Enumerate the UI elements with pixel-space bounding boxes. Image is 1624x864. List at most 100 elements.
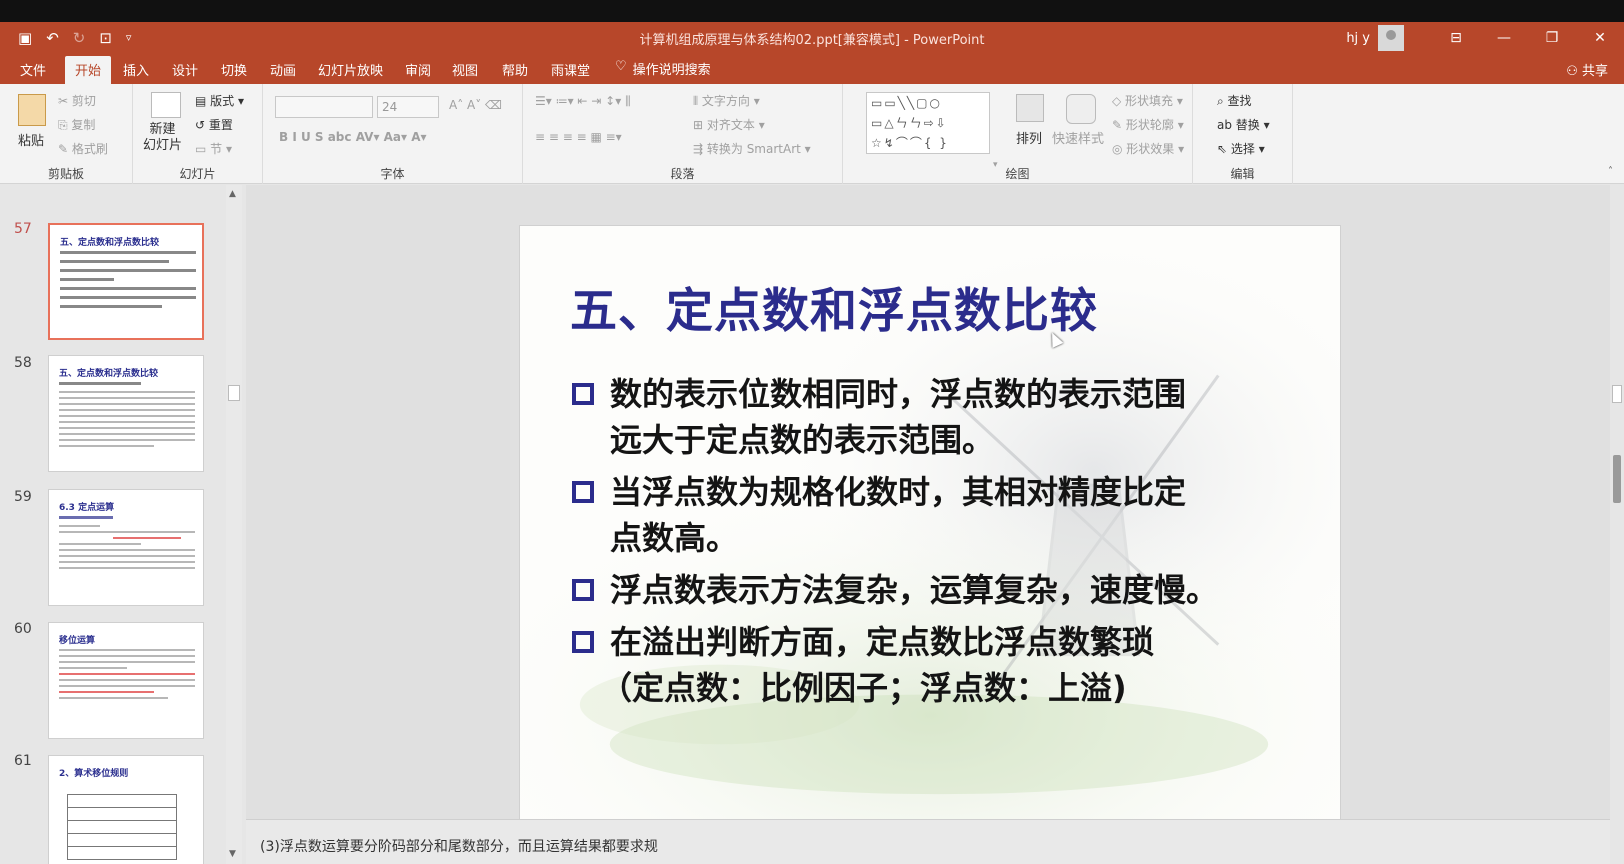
share-button[interactable]: ⚇ 共享 [1566, 60, 1608, 79]
lightbulb-icon: ♡ [615, 59, 627, 74]
tab-file[interactable]: 文件 [20, 60, 46, 79]
arrange-icon[interactable] [1016, 94, 1044, 122]
quick-styles-button[interactable]: 快速样式 [1052, 128, 1104, 147]
ribbon-tabs: 文件 开始 插入 设计 切换 动画 幻灯片放映 审阅 视图 帮助 雨课堂 ♡ 操… [0, 54, 1624, 84]
thumbnails-scrollbar[interactable]: ▲ ▼ [226, 185, 242, 864]
thumb-number: 57 [14, 221, 32, 237]
group-label: 字体 [380, 167, 405, 181]
new-slide-button[interactable]: 新建 幻灯片 [143, 122, 182, 154]
minimize-icon[interactable]: — [1480, 30, 1528, 46]
thumbnail-slide-61[interactable]: 2、算术移位规则 [48, 755, 204, 864]
thumb-number: 61 [14, 753, 32, 769]
notes-text[interactable]: (3)浮点数运算要分阶码部分和尾数部分，而且运算结果都要求规 [260, 836, 658, 856]
thumb-title: 移位运算 [59, 636, 96, 646]
thumbnail-slide-60[interactable]: 移位运算 [48, 622, 204, 739]
slide-title[interactable]: 五、定点数和浮点数比较 [570, 272, 1098, 341]
font-size-dropdown[interactable]: 24 [377, 96, 439, 118]
square-bullet-icon [572, 579, 594, 601]
ribbon-display-options-icon[interactable]: ⊟ [1432, 30, 1480, 46]
tab-slideshow[interactable]: 幻灯片放映 [318, 60, 383, 79]
tab-transitions[interactable]: 切换 [221, 60, 247, 79]
grow-font-icon[interactable]: A˄ A˅ ⌫ [449, 98, 502, 112]
tab-design[interactable]: 设计 [172, 60, 198, 79]
shape-effects-button[interactable]: ◎ 形状效果 ▾ [1112, 140, 1184, 157]
slide-body[interactable]: 数的表示位数相同时，浮点数的表示范围 远大于定点数的表示范围。 当浮点数为规格化… [570, 371, 1330, 717]
font-format-buttons[interactable]: B I U S abc AV▾ Aa▾ A▾ [279, 130, 427, 144]
cut-button[interactable]: ✂ 剪切 [58, 92, 96, 109]
text-direction-button[interactable]: ⫴ 文字方向 ▾ [693, 92, 760, 109]
select-button[interactable]: ⇖ 选择 ▾ [1217, 140, 1265, 157]
thumb-number: 58 [14, 355, 32, 371]
tab-view[interactable]: 视图 [452, 60, 478, 79]
replace-button[interactable]: ab 替换 ▾ [1217, 116, 1270, 133]
slide-thumbnails-pane: 57 五、定点数和浮点数比较 58 五、定点数和浮点数比较 59 6.3 定点运… [0, 185, 246, 864]
screen-top-bar [0, 0, 1624, 22]
align-text-button[interactable]: ⊞ 对齐文本 ▾ [693, 116, 765, 133]
group-label: 剪贴板 [47, 167, 84, 181]
editing-group: ⌕ 查找 ab 替换 ▾ ⇖ 选择 ▾ 编辑 [1193, 84, 1293, 184]
alignment-buttons[interactable]: ≡ ≡ ≡ ≡ ▦ ≡▾ [535, 130, 622, 144]
paste-button[interactable]: 粘贴 [18, 130, 44, 149]
thumb-number: 60 [14, 621, 32, 637]
font-name-dropdown[interactable] [275, 96, 373, 118]
gallery-more-icon[interactable]: ▾ [993, 160, 998, 170]
thumb-number: 59 [14, 489, 32, 505]
clipboard-group: 粘贴 ✂ 剪切 ⎘ 复制 ✎ 格式刷 剪贴板 [0, 84, 133, 184]
convert-smartart-button[interactable]: ⇶ 转换为 SmartArt ▾ [693, 140, 811, 157]
tab-review[interactable]: 审阅 [405, 60, 431, 79]
person-icon: ⚇ [1566, 64, 1582, 79]
title-bar: ▣ ↶ ↻ ⊡ ▿ 计算机组成原理与体系结构02.ppt[兼容模式] - Pow… [0, 22, 1624, 54]
thumbnail-slide-59[interactable]: 6.3 定点运算 [48, 489, 204, 606]
notes-pane[interactable]: (3)浮点数运算要分阶码部分和尾数部分，而且运算结果都要求规 [246, 819, 1610, 864]
tell-me-search[interactable]: ♡ 操作说明搜索 [615, 59, 711, 78]
thumb-title: 五、定点数和浮点数比较 [59, 369, 159, 379]
square-bullet-icon [572, 481, 594, 503]
scroll-up-icon[interactable]: ▲ [229, 189, 236, 199]
slide-editing-canvas: 五、定点数和浮点数比较 数的表示位数相同时，浮点数的表示范围 远大于定点数的表示… [246, 185, 1610, 841]
copy-button[interactable]: ⎘ 复制 [58, 116, 95, 133]
scroll-down-icon[interactable]: ▼ [229, 849, 236, 859]
collapse-ribbon-icon[interactable]: ˄ [1608, 166, 1613, 177]
tab-help[interactable]: 帮助 [502, 60, 528, 79]
thumb-table [67, 794, 177, 860]
avatar[interactable] [1378, 25, 1404, 51]
slides-group: 新建 幻灯片 ▤ 版式 ▾ ↺ 重置 ▭ 节 ▾ 幻灯片 [133, 84, 263, 184]
quick-styles-icon[interactable] [1066, 94, 1096, 124]
user-name[interactable]: hj y [1346, 31, 1370, 46]
group-label: 段落 [670, 167, 695, 181]
tab-home[interactable]: 开始 [65, 56, 112, 84]
close-icon[interactable]: ✕ [1576, 30, 1624, 46]
scroll-thumb-small[interactable] [1612, 385, 1622, 403]
tab-rain-classroom[interactable]: 雨课堂 [551, 60, 590, 79]
scroll-thumb[interactable] [1613, 455, 1621, 503]
group-label: 绘图 [1005, 167, 1030, 181]
tab-animations[interactable]: 动画 [270, 60, 296, 79]
tab-insert[interactable]: 插入 [123, 60, 149, 79]
arrange-button[interactable]: 排列 [1016, 128, 1042, 147]
bullet-item: 数的表示位数相同时，浮点数的表示范围 远大于定点数的表示范围。 [570, 371, 1330, 463]
list-buttons[interactable]: ☰▾ ≔▾ ⇤ ⇥ ↕▾ ⫼ [535, 94, 631, 109]
new-slide-icon[interactable] [151, 92, 181, 118]
powerpoint-window: ▣ ↶ ↻ ⊡ ▿ 计算机组成原理与体系结构02.ppt[兼容模式] - Pow… [0, 22, 1624, 864]
shape-fill-button[interactable]: ◇ 形状填充 ▾ [1112, 92, 1183, 109]
scroll-thumb[interactable] [228, 385, 240, 401]
maximize-icon[interactable]: ❐ [1528, 30, 1576, 46]
paste-icon[interactable] [18, 94, 46, 126]
layout-button[interactable]: ▤ 版式 ▾ [195, 92, 244, 109]
font-group: 24 A˄ A˅ ⌫ B I U S abc AV▾ Aa▾ A▾ 字体 [263, 84, 523, 184]
ribbon-home: 粘贴 ✂ 剪切 ⎘ 复制 ✎ 格式刷 剪贴板 新建 幻灯片 ▤ 版式 ▾ ↺ 重… [0, 84, 1624, 184]
shapes-gallery[interactable]: ▭▭╲╲▢○ ▭△ㄣㄣ⇨⇩ ☆↯⌒⌒{ } [866, 92, 990, 154]
group-label: 编辑 [1230, 167, 1255, 181]
section-button[interactable]: ▭ 节 ▾ [195, 140, 232, 157]
group-label: 幻灯片 [179, 167, 216, 181]
current-slide[interactable]: 五、定点数和浮点数比较 数的表示位数相同时，浮点数的表示范围 远大于定点数的表示… [519, 225, 1341, 841]
shape-outline-button[interactable]: ✎ 形状轮廓 ▾ [1112, 116, 1184, 133]
find-button[interactable]: ⌕ 查找 [1217, 92, 1252, 109]
canvas-scrollbar[interactable] [1610, 185, 1624, 864]
thumbnail-slide-58[interactable]: 五、定点数和浮点数比较 [48, 355, 204, 472]
thumbnail-slide-57[interactable]: 五、定点数和浮点数比较 [48, 223, 204, 340]
reset-button[interactable]: ↺ 重置 [195, 116, 233, 133]
bullet-item: 当浮点数为规格化数时，其相对精度比定 点数高。 [570, 469, 1330, 561]
format-painter-button[interactable]: ✎ 格式刷 [58, 140, 108, 157]
bullet-item: 在溢出判断方面，定点数比浮点数繁琐 （定点数：比例因子；浮点数：上溢) [570, 619, 1330, 711]
